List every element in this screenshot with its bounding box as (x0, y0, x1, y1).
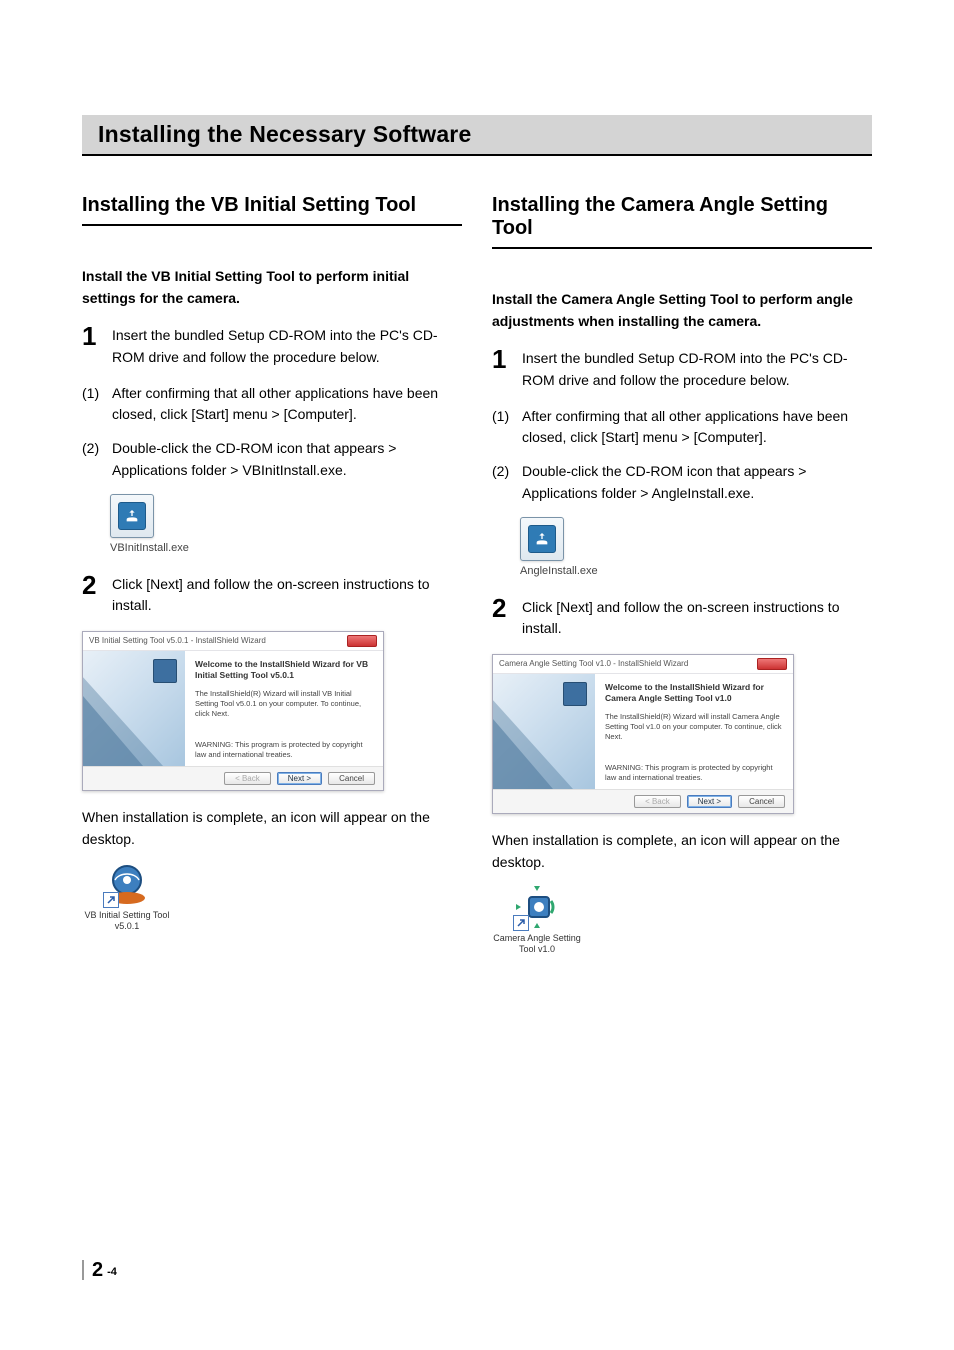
page-number: -4 (107, 1267, 117, 1280)
shortcut-arrow-icon (513, 915, 529, 931)
desktop-icon-left: VB Initial Setting Tool v5.0.1 (82, 860, 172, 932)
cancel-button[interactable]: Cancel (328, 772, 375, 785)
back-button[interactable]: < Back (634, 795, 681, 808)
exe-label-left: VBInitInstall.exe (110, 542, 462, 554)
exe-icon-block-right: AngleInstall.exe (520, 517, 872, 577)
wizard-titlebar: VB Initial Setting Tool v5.0.1 - Install… (83, 632, 383, 651)
exe-label-right: AngleInstall.exe (520, 565, 872, 577)
column-left: Installing the VB Initial Setting Tool I… (82, 194, 462, 955)
substep-label: (2) (82, 438, 106, 481)
substep-2-left: (2) Double-click the CD-ROM icon that ap… (82, 438, 462, 481)
chapter-number: 2 (92, 1260, 103, 1280)
columns: Installing the VB Initial Setting Tool I… (82, 194, 872, 955)
section-title-right: Installing the Camera Angle Setting Tool (492, 194, 872, 249)
post-install-note-right: When installation is complete, an icon w… (492, 830, 872, 873)
page-footer: 2 -4 (82, 1260, 117, 1280)
wizard-body: The InstallShield(R) Wizard will install… (605, 712, 783, 742)
substep-1-right: (1) After confirming that all other appl… (492, 406, 872, 449)
substep-2-right: (2) Double-click the CD-ROM icon that ap… (492, 461, 872, 504)
substep-label: (2) (492, 461, 516, 504)
step-number: 1 (492, 346, 512, 372)
desktop-icon-right: Camera Angle Setting Tool v1.0 (492, 883, 582, 955)
substep-text: After confirming that all other applicat… (112, 383, 462, 426)
wizard-title: Camera Angle Setting Tool v1.0 - Install… (499, 659, 688, 668)
wizard-sidebar-graphic (493, 674, 595, 789)
post-install-note-left: When installation is complete, an icon w… (82, 807, 462, 850)
section-title-left: Installing the VB Initial Setting Tool (82, 194, 462, 226)
vb-tool-icon (103, 860, 151, 908)
back-button[interactable]: < Back (224, 772, 271, 785)
substep-label: (1) (492, 406, 516, 449)
desktop-icon-label: VB Initial Setting Tool v5.0.1 (82, 910, 172, 932)
package-icon (153, 659, 177, 683)
page-title: Installing the Necessary Software (82, 115, 872, 156)
wizard-heading: Welcome to the InstallShield Wizard for … (195, 659, 373, 681)
shortcut-arrow-icon (103, 892, 119, 908)
installer-exe-icon (520, 517, 564, 561)
substep-1-left: (1) After confirming that all other appl… (82, 383, 462, 426)
step-number: 2 (492, 595, 512, 621)
wizard-titlebar: Camera Angle Setting Tool v1.0 - Install… (493, 655, 793, 674)
disc-arrow-icon (528, 525, 556, 553)
step-text: Insert the bundled Setup CD-ROM into the… (522, 346, 872, 391)
installer-exe-icon (110, 494, 154, 538)
next-button[interactable]: Next > (687, 795, 732, 808)
substep-label: (1) (82, 383, 106, 426)
wizard-title: VB Initial Setting Tool v5.0.1 - Install… (89, 636, 266, 645)
lead-left: Install the VB Initial Setting Tool to p… (82, 266, 462, 309)
install-wizard-left: VB Initial Setting Tool v5.0.1 - Install… (82, 631, 384, 791)
step-1-left: 1 Insert the bundled Setup CD-ROM into t… (82, 323, 462, 368)
page: Installing the Necessary Software Instal… (0, 0, 954, 1350)
step-2-right: 2 Click [Next] and follow the on-screen … (492, 595, 872, 640)
wizard-buttons: < Back Next > Cancel (83, 766, 383, 790)
step-2-left: 2 Click [Next] and follow the on-screen … (82, 572, 462, 617)
disc-arrow-icon (118, 502, 146, 530)
column-right: Installing the Camera Angle Setting Tool… (492, 194, 872, 955)
package-icon (563, 682, 587, 706)
close-icon[interactable] (757, 658, 787, 670)
next-button[interactable]: Next > (277, 772, 322, 785)
step-number: 2 (82, 572, 102, 598)
wizard-warning: WARNING: This program is protected by co… (605, 763, 783, 783)
camera-angle-tool-icon (513, 883, 561, 931)
step-text: Insert the bundled Setup CD-ROM into the… (112, 323, 462, 368)
wizard-body: The InstallShield(R) Wizard will install… (195, 689, 373, 719)
wizard-buttons: < Back Next > Cancel (493, 789, 793, 813)
desktop-icon-label: Camera Angle Setting Tool v1.0 (492, 933, 582, 955)
step-text: Click [Next] and follow the on-screen in… (522, 595, 872, 640)
exe-icon-block-left: VBInitInstall.exe (110, 494, 462, 554)
wizard-heading: Welcome to the InstallShield Wizard for … (605, 682, 783, 704)
lead-right: Install the Camera Angle Setting Tool to… (492, 289, 872, 332)
substep-text: Double-click the CD-ROM icon that appear… (112, 438, 462, 481)
wizard-warning: WARNING: This program is protected by co… (195, 740, 373, 760)
step-1-right: 1 Insert the bundled Setup CD-ROM into t… (492, 346, 872, 391)
close-icon[interactable] (347, 635, 377, 647)
install-wizard-right: Camera Angle Setting Tool v1.0 - Install… (492, 654, 794, 814)
cancel-button[interactable]: Cancel (738, 795, 785, 808)
wizard-sidebar-graphic (83, 651, 185, 766)
substep-text: Double-click the CD-ROM icon that appear… (522, 461, 872, 504)
step-number: 1 (82, 323, 102, 349)
substep-text: After confirming that all other applicat… (522, 406, 872, 449)
step-text: Click [Next] and follow the on-screen in… (112, 572, 462, 617)
